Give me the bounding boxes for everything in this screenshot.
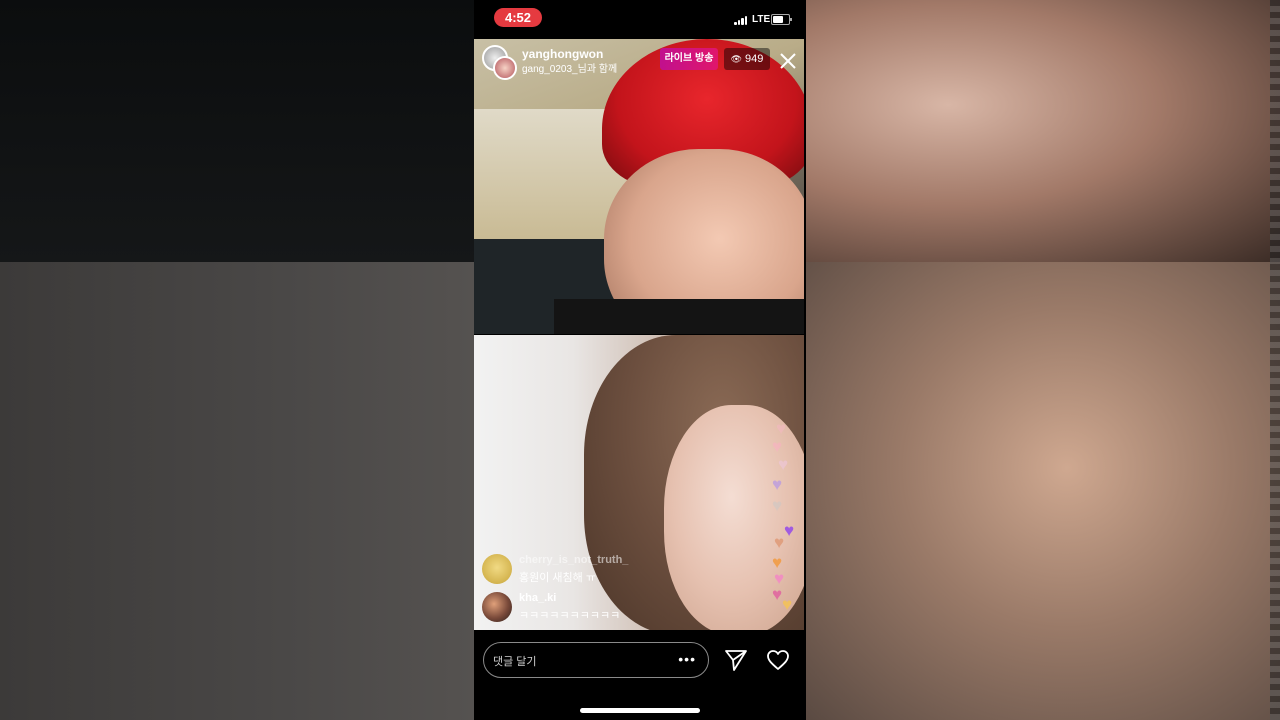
host-video (474, 39, 804, 334)
send-button[interactable] (724, 648, 748, 672)
like-button[interactable] (766, 648, 790, 672)
floating-hearts: ♥ ♥ ♥ ♥ ♥ ♥ ♥ ♥ ♥ ♥ ♥ (772, 419, 795, 614)
close-button[interactable] (777, 50, 799, 72)
blurred-background-right (806, 0, 1280, 720)
comment-avatar[interactable] (482, 554, 512, 584)
avatar (493, 56, 517, 80)
viewer-count-number: 949 (745, 53, 764, 65)
comment-input[interactable]: 댓글 달기 ••• (483, 642, 709, 678)
more-icon[interactable]: ••• (678, 652, 696, 666)
comment-username[interactable]: kha_.ki (519, 592, 556, 604)
send-icon (725, 650, 747, 671)
guest-video (474, 335, 804, 630)
close-icon (780, 53, 796, 69)
comment-avatar[interactable] (482, 592, 512, 622)
heart-icon (767, 650, 789, 670)
live-badge: 라이브 방송 (660, 48, 718, 70)
comment-text: ㅋㅋㅋㅋㅋㅋㅋㅋㅋㅋ (519, 610, 621, 622)
signal-icon (734, 15, 748, 25)
guest-line: gang_0203_님과 함께 (522, 64, 618, 75)
home-indicator[interactable] (580, 708, 700, 713)
status-bar: 4:52 LTE (474, 0, 806, 38)
comment-placeholder: 댓글 달기 (493, 656, 537, 668)
host-avatar[interactable] (482, 45, 517, 80)
blurred-background-left (0, 0, 474, 720)
battery-icon (771, 14, 792, 25)
viewer-count: 👁 949 (724, 48, 770, 70)
comment-text: 홍원이 새침해 ㅠ (519, 572, 596, 584)
eye-icon: 👁 (730, 54, 743, 64)
comment-username[interactable]: cherry_is_not_truth_ (519, 554, 628, 566)
phone-screen: 4:52 LTE yanghongwon gang_0203_님과 함께 라이브… (474, 0, 806, 720)
status-time: 4:52 (494, 8, 542, 27)
network-type: LTE (752, 14, 771, 25)
host-username[interactable]: yanghongwon (522, 47, 603, 61)
